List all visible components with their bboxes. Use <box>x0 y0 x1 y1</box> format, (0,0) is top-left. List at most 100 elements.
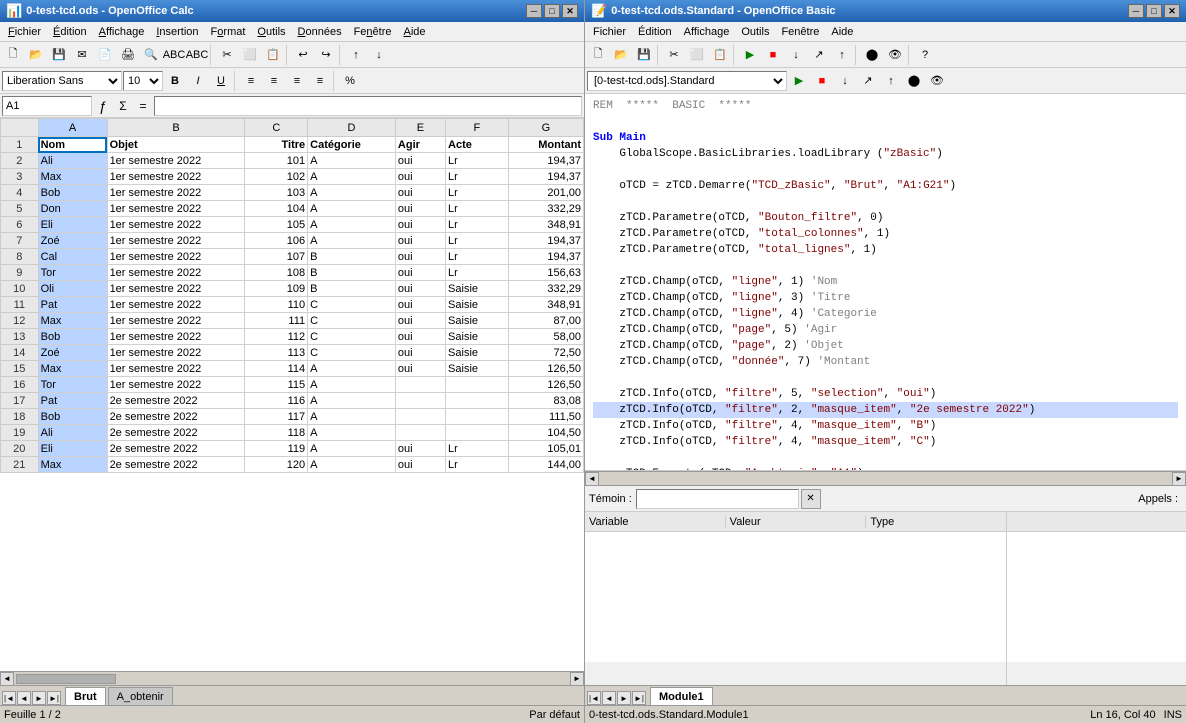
cell-F3[interactable]: Lr <box>446 169 509 185</box>
cell-B18[interactable]: 2e semestre 2022 <box>107 409 245 425</box>
cell-B19[interactable]: 2e semestre 2022 <box>107 425 245 441</box>
cell-A19[interactable]: Ali <box>38 425 107 441</box>
cell-A2[interactable]: Ali <box>38 153 107 169</box>
calc-hscroll[interactable]: ◄ ► <box>0 671 584 685</box>
cell-D9[interactable]: B <box>308 265 396 281</box>
col-header-e[interactable]: E <box>395 119 445 137</box>
cell-E17[interactable] <box>395 393 445 409</box>
bold-button[interactable]: B <box>164 70 186 92</box>
basic-menu-outils[interactable]: Outils <box>735 24 775 40</box>
basic-breakpoint-btn[interactable]: ⬤ <box>861 44 883 66</box>
cell-F5[interactable]: Lr <box>446 201 509 217</box>
col-header-g[interactable]: G <box>508 119 583 137</box>
copy-button[interactable]: ⬜ <box>239 44 261 66</box>
cell-E3[interactable]: oui <box>395 169 445 185</box>
undo-button[interactable]: ↩ <box>292 44 314 66</box>
cell-D13[interactable]: C <box>308 329 396 345</box>
basic-stepout2-btn[interactable]: ↑ <box>880 70 902 92</box>
cell-F11[interactable]: Saisie <box>446 297 509 313</box>
calc-maximize-button[interactable]: □ <box>544 4 560 18</box>
cell-F17[interactable] <box>446 393 509 409</box>
cell-B11[interactable]: 1er semestre 2022 <box>107 297 245 313</box>
cell-E14[interactable]: oui <box>395 345 445 361</box>
cell-b1[interactable]: Objet <box>107 137 245 153</box>
cell-D8[interactable]: B <box>308 249 396 265</box>
cell-E7[interactable]: oui <box>395 233 445 249</box>
cell-G6[interactable]: 348,91 <box>508 217 583 233</box>
basic-close-button[interactable]: ✕ <box>1164 4 1180 18</box>
basic-hscroll-right[interactable]: ► <box>1172 472 1186 486</box>
basic-watch2-btn[interactable]: 👁 <box>926 70 948 92</box>
cell-A12[interactable]: Max <box>38 313 107 329</box>
cell-G19[interactable]: 104,50 <box>508 425 583 441</box>
sheet-nav-prev[interactable]: ◄ <box>17 691 31 705</box>
cell-B5[interactable]: 1er semestre 2022 <box>107 201 245 217</box>
underline-button[interactable]: U <box>210 70 232 92</box>
cell-D14[interactable]: C <box>308 345 396 361</box>
cell-B9[interactable]: 1er semestre 2022 <box>107 265 245 281</box>
cell-E4[interactable]: oui <box>395 185 445 201</box>
cell-F13[interactable]: Saisie <box>446 329 509 345</box>
cell-B17[interactable]: 2e semestre 2022 <box>107 393 245 409</box>
basic-open-btn[interactable]: 📂 <box>610 44 632 66</box>
cell-D21[interactable]: A <box>308 457 396 473</box>
cell-A16[interactable]: Tor <box>38 377 107 393</box>
name-box[interactable] <box>2 96 92 116</box>
cell-E6[interactable]: oui <box>395 217 445 233</box>
cell-G15[interactable]: 126,50 <box>508 361 583 377</box>
cell-D16[interactable]: A <box>308 377 396 393</box>
cell-F16[interactable] <box>446 377 509 393</box>
col-header-c[interactable]: C <box>245 119 308 137</box>
basic-stepout-btn[interactable]: ↑ <box>831 44 853 66</box>
cell-C15[interactable]: 114 <box>245 361 308 377</box>
cell-D5[interactable]: A <box>308 201 396 217</box>
cell-D12[interactable]: C <box>308 313 396 329</box>
cell-F15[interactable]: Saisie <box>446 361 509 377</box>
module-nav-prev[interactable]: ◄ <box>602 691 616 705</box>
cell-G14[interactable]: 72,50 <box>508 345 583 361</box>
cell-A4[interactable]: Bob <box>38 185 107 201</box>
cell-D11[interactable]: C <box>308 297 396 313</box>
cell-F7[interactable]: Lr <box>446 233 509 249</box>
basic-copy-btn[interactable]: ⬜ <box>686 44 708 66</box>
cell-A3[interactable]: Max <box>38 169 107 185</box>
basic-help-btn[interactable]: ? <box>914 44 936 66</box>
basic-paste-btn[interactable]: 📋 <box>709 44 731 66</box>
cell-C9[interactable]: 108 <box>245 265 308 281</box>
italic-button[interactable]: I <box>187 70 209 92</box>
cell-E11[interactable]: oui <box>395 297 445 313</box>
cell-C7[interactable]: 106 <box>245 233 308 249</box>
module-nav-next[interactable]: ► <box>617 691 631 705</box>
calc-menu-fenetre[interactable]: Fenêtre <box>348 24 398 40</box>
cell-E5[interactable]: oui <box>395 201 445 217</box>
basic-breakpt2-btn[interactable]: ⬤ <box>903 70 925 92</box>
cell-G18[interactable]: 111,50 <box>508 409 583 425</box>
basic-stepover-btn[interactable]: ↗ <box>808 44 830 66</box>
equals-button[interactable]: = <box>134 97 152 115</box>
basic-menu-aide[interactable]: Aide <box>825 24 859 40</box>
basic-run2-btn[interactable]: ▶ <box>788 70 810 92</box>
cell-A6[interactable]: Eli <box>38 217 107 233</box>
cell-C11[interactable]: 110 <box>245 297 308 313</box>
cell-D19[interactable]: A <box>308 425 396 441</box>
basic-menu-fichier[interactable]: Fichier <box>587 24 632 40</box>
cell-E15[interactable]: oui <box>395 361 445 377</box>
module-select[interactable]: [0-test-tcd.ods].Standard <box>587 71 787 91</box>
cell-E20[interactable]: oui <box>395 441 445 457</box>
cell-A10[interactable]: Oli <box>38 281 107 297</box>
cell-G5[interactable]: 332,29 <box>508 201 583 217</box>
cell-G4[interactable]: 201,00 <box>508 185 583 201</box>
calc-menu-donnees[interactable]: Données <box>292 24 348 40</box>
cell-E8[interactable]: oui <box>395 249 445 265</box>
cell-D2[interactable]: A <box>308 153 396 169</box>
cell-F18[interactable] <box>446 409 509 425</box>
hscroll-thumb[interactable] <box>16 674 116 684</box>
basic-step-btn[interactable]: ↓ <box>785 44 807 66</box>
save-button[interactable]: 💾 <box>48 44 70 66</box>
cell-D4[interactable]: A <box>308 185 396 201</box>
cell-F2[interactable]: Lr <box>446 153 509 169</box>
print-button[interactable]: 🖨 <box>117 44 139 66</box>
font-size-select[interactable]: 10 <box>123 71 163 91</box>
cell-E10[interactable]: oui <box>395 281 445 297</box>
calc-menu-fichier[interactable]: Fichier <box>2 24 47 40</box>
